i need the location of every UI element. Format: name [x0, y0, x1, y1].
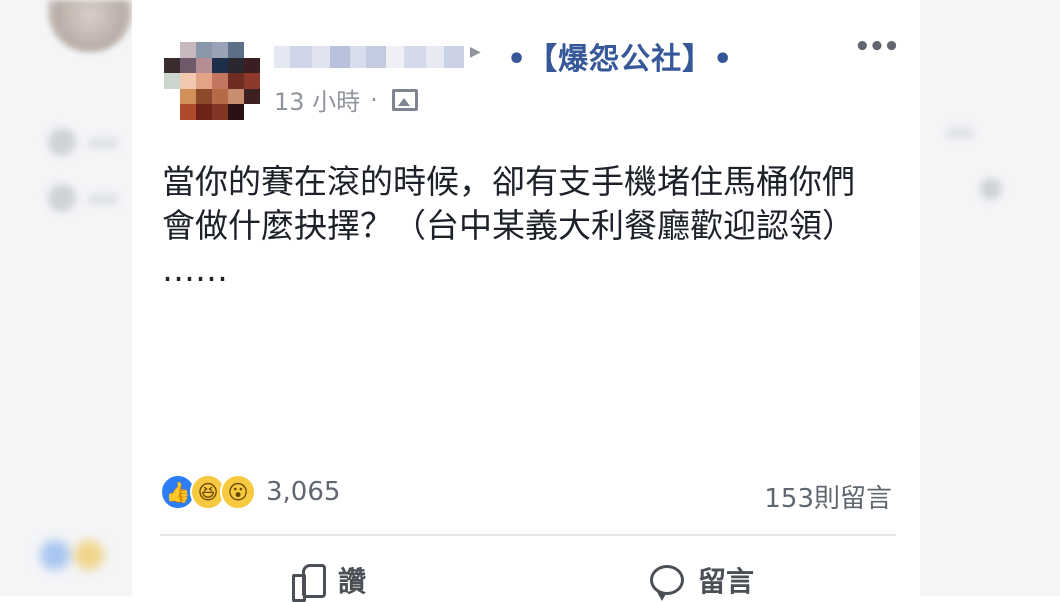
- like-button-label: 讚: [338, 565, 367, 598]
- blurred-icon: [48, 128, 76, 156]
- post-body: 當你的賽在滾的時候，卻有支手機堵住馬桶你們 會做什麼抉擇？（台中某義大利餐廳歡迎…: [162, 160, 902, 292]
- post-text-line: 當你的賽在滾的時候，卻有支手機堵住馬桶你們: [162, 162, 855, 201]
- blurred-reactions: [40, 540, 130, 576]
- blurred-text: [88, 138, 118, 148]
- post-text-line: 會做什麼抉擇？（台中某義大利餐廳歡迎認領）: [162, 206, 855, 245]
- right-background: [920, 0, 1060, 596]
- author-name-obscured[interactable]: [274, 46, 464, 68]
- blurred-text: [88, 194, 118, 204]
- thumbs-up-icon: [290, 562, 326, 602]
- reaction-count[interactable]: 3,065: [266, 477, 340, 507]
- blurred-icon: [48, 184, 76, 212]
- meta-separator: ·: [370, 85, 378, 114]
- comment-button-label: 留言: [698, 565, 755, 598]
- reactions-summary[interactable]: 👍 😆 😮 3,065: [160, 474, 340, 510]
- left-background: [0, 0, 132, 596]
- arrow-icon: ▶: [470, 44, 481, 60]
- comment-button[interactable]: 留言: [650, 560, 755, 601]
- blurred-text: [946, 128, 974, 138]
- comment-count[interactable]: 153則留言: [764, 478, 892, 515]
- wow-reaction-icon: 😮: [220, 474, 256, 510]
- photo-icon: [391, 88, 418, 111]
- author-avatar[interactable]: [164, 42, 260, 120]
- post-timestamp[interactable]: 13 小時: [274, 82, 360, 117]
- post-meta: 13 小時 ·: [274, 82, 418, 117]
- page-name-link[interactable]: •【爆怨公社】•: [507, 34, 733, 78]
- more-icon[interactable]: •••: [854, 32, 900, 62]
- divider: [160, 534, 896, 536]
- like-button[interactable]: 讚: [290, 560, 367, 602]
- blurred-icon: [980, 178, 1002, 200]
- blurred-avatar: [48, 0, 132, 52]
- post-card: ▶ •【爆怨公社】• ••• 13 小時 · 當你的賽在滾的時候，卻有支手機堵住…: [132, 0, 920, 602]
- post-text-line: ……: [162, 250, 228, 289]
- comment-bubble-icon: [650, 565, 684, 601]
